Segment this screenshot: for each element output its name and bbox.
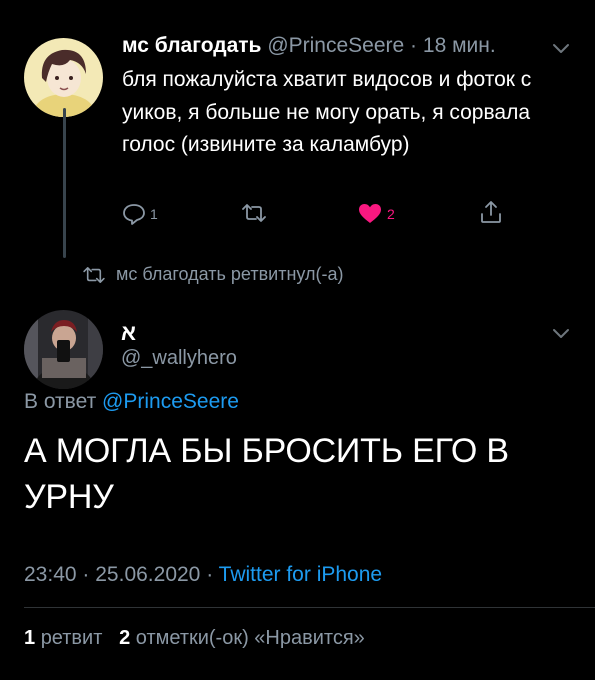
tweet-time[interactable]: 23:40 xyxy=(24,563,77,586)
retweets-count: 1 xyxy=(24,627,36,649)
reply-prefix: В ответ xyxy=(24,390,97,413)
tweet-date[interactable]: 25.06.2020 xyxy=(95,563,200,586)
reply-button[interactable]: 1 xyxy=(122,203,158,225)
retweets-stat[interactable]: 1 ретвит xyxy=(24,627,108,649)
retweeted-by-note[interactable]: мс благодать ретвитнул(-а) xyxy=(82,264,344,285)
main-display-name[interactable]: א xyxy=(121,320,136,346)
likes-stat[interactable]: 2 отметки(-ок) «Нравится» xyxy=(119,627,365,649)
parent-display-name[interactable]: мс благодать xyxy=(122,34,261,57)
tweet-source-link[interactable]: Twitter for iPhone xyxy=(219,563,382,586)
parent-handle[interactable]: @PrinceSeere xyxy=(267,34,404,57)
reply-context: В ответ @PrinceSeere xyxy=(24,390,239,414)
main-handle[interactable]: @_wallyhero xyxy=(121,347,237,370)
retweet-icon xyxy=(242,204,266,222)
reply-to-link[interactable]: @PrinceSeere xyxy=(102,390,239,413)
parent-tweet-menu[interactable] xyxy=(552,42,570,60)
share-icon xyxy=(481,201,501,223)
meta-separator: · xyxy=(82,563,90,586)
stats-divider xyxy=(24,607,595,608)
thread-connector-line xyxy=(63,108,66,258)
avatar-image xyxy=(24,38,103,117)
share-button[interactable] xyxy=(480,200,502,224)
retweet-button[interactable] xyxy=(241,203,267,223)
avatar-princeseere[interactable] xyxy=(24,38,103,117)
retweet-icon xyxy=(83,266,105,283)
avatar-wallyhero[interactable] xyxy=(24,310,103,389)
chevron-down-icon xyxy=(553,329,569,338)
like-count: 2 xyxy=(387,205,395,222)
main-tweet-text: А МОГЛА БЫ БРОСИТЬ ЕГО В УРНУ xyxy=(24,432,509,516)
header-separator: · xyxy=(410,34,418,57)
tweet-meta: 23:40 · 25.06.2020 · Twitter for iPhone xyxy=(24,563,382,587)
main-tweet-menu[interactable] xyxy=(552,327,570,345)
parent-tweet-text: бля пожалуйста хватит видосов и фоток с … xyxy=(122,68,532,156)
reply-icon xyxy=(123,204,145,225)
likes-count: 2 xyxy=(119,627,131,649)
retweets-label: ретвит xyxy=(40,627,103,649)
like-button[interactable]: 2 xyxy=(358,203,395,224)
parent-tweet-header: мс благодать @PrinceSeere · 18 мин. xyxy=(122,34,496,58)
reply-count: 1 xyxy=(150,206,158,222)
likes-label: отметки(-ок) «Нравится» xyxy=(135,627,365,649)
chevron-down-icon xyxy=(553,44,569,53)
tweet-stats: 1 ретвит 2 отметки(-ок) «Нравится» xyxy=(24,627,365,650)
parent-time-ago[interactable]: 18 мин. xyxy=(423,34,496,57)
avatar-image xyxy=(24,310,103,389)
retweeted-by-text: мс благодать ретвитнул(-а) xyxy=(116,264,344,284)
heart-icon xyxy=(359,204,381,223)
meta-separator: · xyxy=(206,563,214,586)
